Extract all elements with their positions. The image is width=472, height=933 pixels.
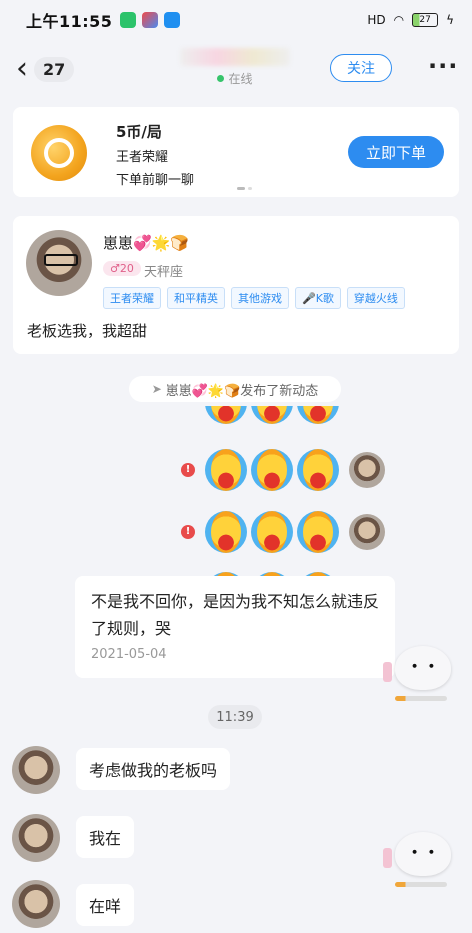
- message-bubble[interactable]: 我在: [76, 816, 135, 858]
- profile-name: 崽崽💞🌟🍞: [103, 234, 190, 252]
- crying-emoji-icon: [251, 511, 293, 553]
- system-notice-text: 崽崽💞🌟🍞发布了新动态: [165, 383, 319, 399]
- status-right: HD ◠ 27 ϟ: [367, 13, 454, 27]
- message-bubble[interactable]: 不是我不回你，是因为我不知怎么就违反了规则，哭 2021-05-04: [75, 576, 395, 678]
- status-time: 上午11:55: [26, 12, 113, 31]
- status-bar: 上午11:55 HD ◠ 27 ϟ: [0, 0, 472, 40]
- tag-item[interactable]: 🎤K歌: [295, 287, 341, 309]
- more-dots-icon[interactable]: ···: [428, 52, 458, 80]
- online-status: 在线: [170, 70, 300, 87]
- online-dot-icon: [217, 75, 225, 82]
- system-notice[interactable]: ➤ 崽崽💞🌟🍞发布了新动态: [129, 376, 341, 402]
- emoji-message: [205, 406, 339, 424]
- app-notification-icon-2: [164, 12, 181, 28]
- avatar[interactable]: [349, 452, 385, 488]
- signal-icon: HD: [367, 13, 386, 27]
- message-text: 在咩: [89, 897, 122, 916]
- crying-emoji-icon: [205, 449, 247, 491]
- sent-emoji-messages: ! !: [0, 406, 472, 576]
- game-name: 王者荣耀: [116, 150, 169, 165]
- crying-emoji-icon: [205, 511, 247, 553]
- tag-item[interactable]: 穿越火线: [346, 287, 405, 309]
- avatar[interactable]: [12, 814, 60, 862]
- crying-emoji-icon: [297, 406, 339, 424]
- chevron-left-icon[interactable]: ‹: [16, 54, 28, 84]
- message-date: 2021-05-04: [91, 647, 167, 662]
- avatar[interactable]: [12, 880, 60, 928]
- app-notification-icon: [142, 12, 159, 28]
- crying-emoji-icon: [251, 406, 293, 424]
- tag-item[interactable]: 其他游戏: [231, 287, 289, 309]
- crying-emoji-icon: [297, 511, 339, 553]
- tag-item[interactable]: 王者荣耀: [103, 287, 161, 309]
- profile-card: 崽崽💞🌟🍞 ♂20 天秤座 王者荣耀 和平精英 其他游戏 🎤K歌 穿越火线 老板…: [13, 216, 459, 354]
- message-bubble[interactable]: 在咩: [76, 884, 135, 926]
- unread-count-badge[interactable]: 27: [34, 56, 75, 82]
- message-bubble[interactable]: 考虑做我的老板吗: [76, 748, 231, 790]
- error-icon[interactable]: !: [181, 525, 195, 539]
- header-title: 在线: [170, 48, 300, 87]
- message-text: 考虑做我的老板吗: [89, 761, 218, 780]
- charging-icon: ϟ: [446, 13, 454, 27]
- cat-sticker-icon[interactable]: [383, 640, 455, 704]
- emoji-message: [205, 449, 339, 491]
- blurred-nickname: [180, 48, 290, 66]
- game-logo-icon: [31, 125, 87, 181]
- price-label: 5币/局: [116, 123, 162, 141]
- paper-plane-icon: ➤: [151, 382, 162, 396]
- avatar[interactable]: [26, 230, 92, 296]
- wechat-icon: [120, 12, 137, 28]
- cat-sticker-icon[interactable]: [383, 826, 455, 890]
- chat-header: ‹ 27 在线 关注 ···: [0, 40, 472, 98]
- tag-item[interactable]: 和平精英: [167, 287, 225, 309]
- order-note: 下单前聊一聊: [116, 173, 195, 188]
- zodiac-label: 天秤座: [144, 265, 184, 280]
- emoji-message: [205, 511, 339, 553]
- wifi-icon: ◠: [393, 13, 405, 27]
- avatar[interactable]: [12, 746, 60, 794]
- online-status-label: 在线: [228, 72, 253, 86]
- avatar[interactable]: [349, 514, 385, 550]
- battery-level: 27: [419, 15, 431, 25]
- carousel-dots: [237, 187, 252, 190]
- order-card: 5币/局 王者荣耀 下单前聊一聊 立即下单: [13, 107, 459, 197]
- time-divider: 11:39: [208, 705, 262, 729]
- follow-button[interactable]: 关注: [330, 54, 392, 82]
- crying-emoji-icon: [205, 406, 247, 424]
- profile-bio: 老板选我，我超甜: [27, 322, 148, 340]
- game-tags: 王者荣耀 和平精英 其他游戏 🎤K歌 穿越火线: [103, 287, 405, 309]
- message-text: 我在: [89, 829, 122, 848]
- battery-icon: 27: [412, 13, 439, 27]
- crying-emoji-icon: [297, 449, 339, 491]
- status-app-icons: [120, 12, 181, 28]
- error-icon[interactable]: !: [181, 463, 195, 477]
- message-text: 不是我不回你，是因为我不知怎么就违反了规则，哭: [91, 592, 380, 638]
- level-badge: ♂20: [103, 261, 141, 276]
- crying-emoji-icon: [251, 449, 293, 491]
- order-now-button[interactable]: 立即下单: [348, 136, 444, 168]
